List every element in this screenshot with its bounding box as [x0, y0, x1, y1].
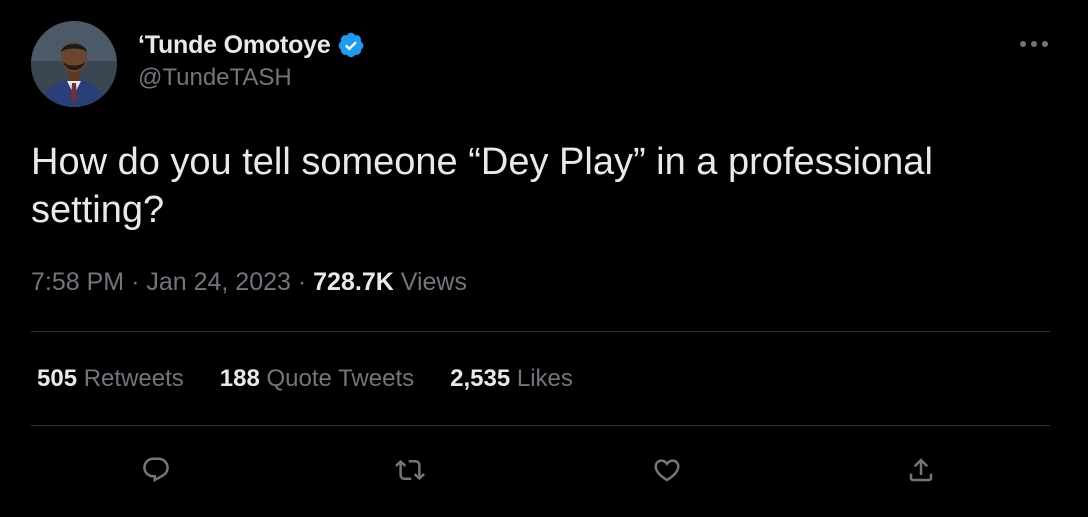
author-display-name[interactable]: ‘Tunde Omotoye	[138, 31, 331, 60]
more-options-button[interactable]	[1012, 30, 1056, 58]
engagement-stats: 505 Retweets 188 Quote Tweets 2,535 Like…	[37, 365, 609, 393]
tweet-text: How do you tell someone “Dey Play” in a …	[31, 141, 933, 231]
retweet-icon	[395, 459, 425, 481]
views-label: Views	[400, 268, 467, 296]
retweet-button[interactable]	[388, 448, 432, 492]
meta-separator: ·	[297, 268, 307, 296]
avatar-image	[31, 21, 117, 107]
tweet-time[interactable]: 7:58 PM	[31, 268, 124, 296]
meta-separator: ·	[131, 268, 140, 296]
share-icon	[909, 458, 933, 482]
author-name-row: ‘Tunde Omotoye	[138, 28, 365, 62]
quote-tweets-label: Quote Tweets	[266, 365, 415, 392]
tweet-actions	[0, 440, 1088, 500]
heart-icon	[654, 459, 680, 482]
quote-tweets-count: 188	[219, 365, 260, 392]
divider	[31, 331, 1050, 332]
author-handle[interactable]: @TundeTASH	[138, 64, 292, 92]
more-horizontal-icon	[1020, 41, 1048, 47]
retweets-label: Retweets	[83, 365, 184, 392]
verified-badge-icon	[337, 31, 365, 59]
retweets-stat[interactable]: 505 Retweets	[37, 365, 184, 393]
avatar[interactable]	[31, 21, 117, 107]
like-button[interactable]	[645, 448, 689, 492]
reply-button[interactable]	[134, 448, 178, 492]
views-count: 728.7K	[313, 268, 394, 296]
share-button[interactable]	[899, 448, 943, 492]
tweet-meta: 7:58 PM · Jan 24, 2023 · 728.7K Views	[31, 268, 467, 297]
divider	[31, 425, 1050, 426]
tweet-card: ‘Tunde Omotoye @TundeTASH How do you tel…	[0, 0, 1088, 517]
likes-label: Likes	[516, 365, 573, 392]
quote-tweets-stat[interactable]: 188 Quote Tweets	[220, 365, 414, 393]
likes-stat[interactable]: 2,535 Likes	[450, 365, 573, 393]
reply-icon	[143, 457, 169, 483]
likes-count: 2,535	[450, 365, 511, 392]
tweet-date[interactable]: Jan 24, 2023	[146, 268, 291, 296]
retweets-count: 505	[37, 365, 78, 392]
